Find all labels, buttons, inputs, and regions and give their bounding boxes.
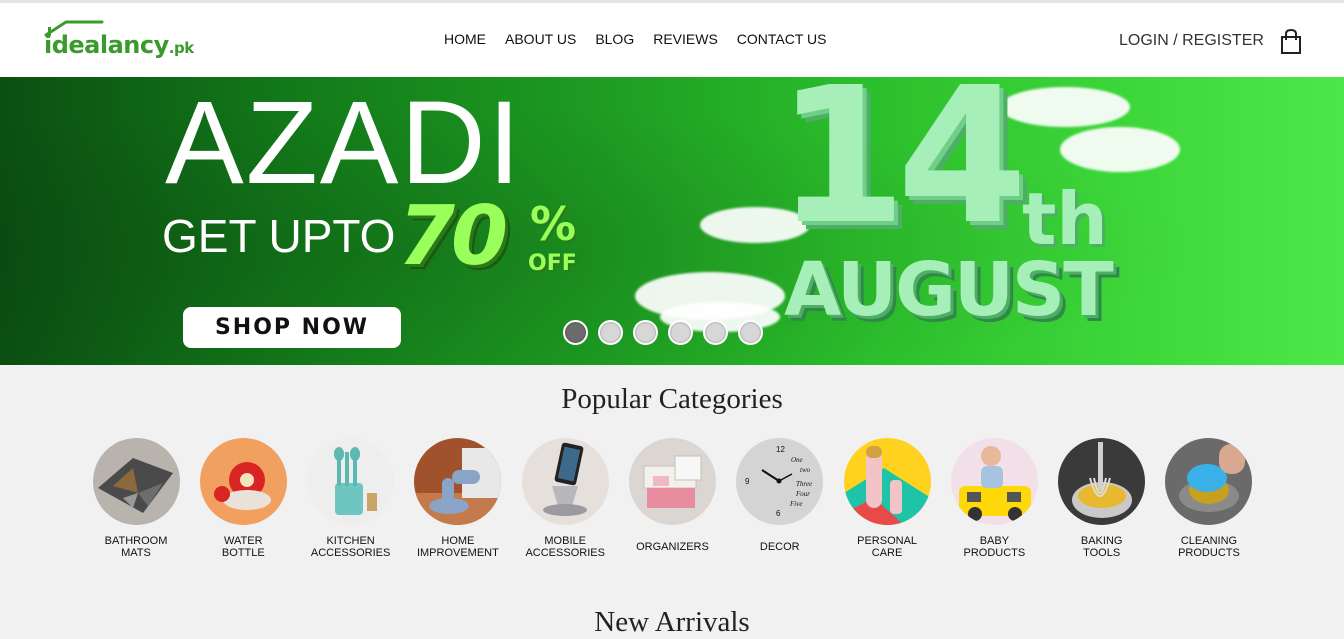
category-label: CLEANING PRODUCTS (1178, 535, 1240, 559)
logo-wordmark: idealancy.pk (44, 31, 194, 59)
popular-categories-title: Popular Categories (561, 383, 783, 415)
slider-dot-5[interactable] (703, 320, 728, 345)
bathroom-mat-icon (92, 438, 180, 525)
nav-home[interactable]: HOME (444, 31, 486, 47)
hero-banner[interactable]: AZADI GET UPTO 70 % OFF SHOP NOW 14 th A… (0, 77, 1344, 365)
svg-text:12: 12 (776, 445, 785, 454)
trimmer-icon (843, 438, 931, 525)
hero-offer-percent: % (530, 197, 577, 251)
nav-about-us[interactable]: ABOUT US (505, 31, 576, 47)
door-stopper-icon (414, 438, 502, 525)
category-label: PERSONAL CARE (857, 535, 918, 559)
slider-dot-6[interactable] (738, 320, 763, 345)
hero-date-number: 14 (776, 77, 1028, 266)
whisk-icon (1058, 438, 1146, 525)
hero-offer-prefix: GET UPTO (162, 210, 396, 262)
svg-text:9: 9 (745, 477, 750, 486)
category-baking-tools[interactable]: BAKING TOOLS (1058, 438, 1146, 559)
site-header: idealancy.pk HOME ABOUT US BLOG REVIEWS … (0, 3, 1344, 77)
cloud-decoration (1000, 87, 1130, 127)
water-bottle-icon (199, 438, 287, 525)
category-organizers[interactable]: ORGANIZERS (628, 438, 716, 559)
svg-text:two: two (800, 466, 811, 474)
login-register-link[interactable]: LOGIN / REGISTER (1119, 32, 1264, 50)
category-label: MOBILE ACCESSORIES (525, 535, 605, 559)
category-label: DECOR (759, 541, 800, 553)
category-water-bottle[interactable]: WATER BOTTLE (199, 438, 287, 559)
svg-text:Four: Four (795, 490, 810, 498)
phone-stand-icon (521, 438, 609, 525)
category-label: ORGANIZERS (636, 541, 709, 553)
category-label: BAKING TOOLS (1080, 535, 1123, 559)
new-arrivals-title: New Arrivals (594, 606, 750, 638)
slider-dots (563, 320, 763, 345)
brand-name: idealancy (44, 31, 169, 59)
category-personal-care[interactable]: PERSONAL CARE (843, 438, 931, 559)
scrubber-icon (1165, 438, 1253, 525)
category-cleaning-products[interactable]: CLEANING PRODUCTS (1165, 438, 1253, 559)
nav-contact-us[interactable]: CONTACT US (737, 31, 827, 47)
shopping-bag-icon[interactable] (1280, 29, 1302, 55)
category-label: KITCHEN ACCESSORIES (310, 535, 391, 559)
slider-dot-1[interactable] (563, 320, 588, 345)
category-list: BATHROOM MATS WATER BOTTLE KITCHEN ACCES… (92, 438, 1272, 559)
slider-dot-2[interactable] (598, 320, 623, 345)
svg-text:Three: Three (796, 480, 812, 488)
slider-dot-3[interactable] (633, 320, 658, 345)
category-label: WATER BOTTLE (221, 535, 265, 559)
category-mobile-accessories[interactable]: MOBILE ACCESSORIES (521, 438, 609, 559)
category-baby-products[interactable]: BABY PRODUCTS (950, 438, 1038, 559)
cloud-decoration (1060, 127, 1180, 172)
slider-dot-4[interactable] (668, 320, 693, 345)
category-label: HOME IMPROVEMENT (416, 535, 499, 559)
main-nav: HOME ABOUT US BLOG REVIEWS CONTACT US (444, 31, 846, 47)
category-kitchen-accessories[interactable]: KITCHEN ACCESSORIES (307, 438, 395, 559)
svg-text:6: 6 (776, 509, 781, 518)
nav-reviews[interactable]: REVIEWS (653, 31, 718, 47)
baby-toy-icon (950, 438, 1038, 525)
category-decor[interactable]: 12 9 6 One two Three Four Five DECOR (736, 438, 824, 559)
shop-now-button[interactable]: SHOP NOW (183, 307, 401, 348)
hero-offer-suffix: OFF (528, 251, 577, 276)
site-logo[interactable]: idealancy.pk (44, 17, 214, 65)
category-label: BABY PRODUCTS (963, 535, 1026, 559)
hero-date-month: AUGUST (784, 247, 1114, 333)
category-bathroom-mats[interactable]: BATHROOM MATS (92, 438, 180, 559)
category-label: BATHROOM MATS (104, 535, 168, 559)
svg-text:Five: Five (789, 500, 802, 508)
nav-blog[interactable]: BLOG (595, 31, 634, 47)
organizer-box-icon (628, 438, 716, 525)
brand-tld: .pk (168, 39, 194, 57)
category-home-improvement[interactable]: HOME IMPROVEMENT (414, 438, 502, 559)
wall-clock-icon: 12 9 6 One two Three Four Five (736, 438, 824, 525)
kitchen-utensils-icon (307, 438, 395, 525)
hero-offer-value: 70 (398, 189, 508, 284)
svg-text:One: One (791, 456, 803, 464)
